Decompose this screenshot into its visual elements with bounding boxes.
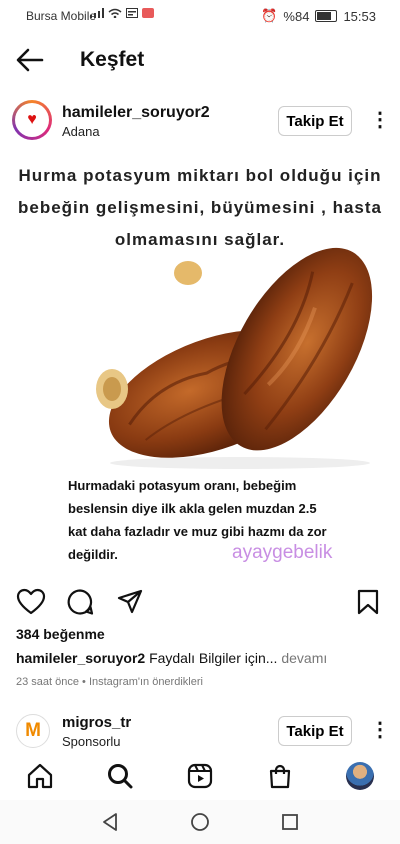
post-meta: 23 saat önce • Instagram'ın önerdikleri bbox=[16, 676, 203, 688]
bottom-nav bbox=[0, 756, 400, 796]
caption-text: Faydalı Bilgiler için... bbox=[149, 650, 278, 666]
more-options-icon[interactable]: ⋮ bbox=[370, 720, 390, 740]
follow-button-next[interactable]: Takip Et bbox=[278, 716, 352, 746]
caption-line: Hurma potasyum miktarı bol olduğu için bbox=[18, 166, 382, 185]
sponsored-label: Sponsorlu bbox=[62, 734, 121, 749]
follow-button[interactable]: Takip Et bbox=[278, 106, 352, 136]
next-post-username[interactable]: migros_tr bbox=[62, 714, 131, 731]
carrier-label: Bursa Mobile bbox=[26, 9, 97, 23]
signal-icon bbox=[90, 8, 104, 18]
search-icon[interactable] bbox=[106, 762, 134, 790]
battery-percent: %84 bbox=[283, 8, 310, 24]
like-count[interactable]: 384 beğenme bbox=[16, 626, 105, 642]
post-location[interactable]: Adana bbox=[62, 124, 100, 139]
next-post-header: M migros_tr Sponsorlu Takip Et ⋮ bbox=[0, 708, 400, 754]
bookmark-icon[interactable] bbox=[356, 588, 380, 616]
caption-line: kat daha fazladır ve muz gibi hazmı da z… bbox=[68, 524, 327, 539]
battery-icon bbox=[315, 10, 338, 22]
heart-icon[interactable] bbox=[16, 588, 46, 616]
caption-line: Hurmadaki potasyum oranı, bebeğim bbox=[68, 478, 297, 493]
migros-logo[interactable]: M bbox=[16, 714, 50, 748]
post-avatar[interactable]: ♥ bbox=[12, 100, 52, 140]
caption-line: beslensin diye ilk akla gelen muzdan 2.5 bbox=[68, 501, 317, 516]
caption-username[interactable]: hamileler_soruyor2 bbox=[16, 650, 145, 666]
page-title: Keşfet bbox=[80, 48, 145, 71]
status-bar: Bursa Mobile ⏰ %84 15:53 bbox=[0, 0, 400, 32]
clock: 15:53 bbox=[343, 8, 376, 24]
back-arrow-icon[interactable] bbox=[14, 46, 46, 74]
post-actions bbox=[0, 586, 400, 618]
system-nav bbox=[0, 800, 400, 844]
post-username[interactable]: hamileler_soruyor2 bbox=[62, 104, 210, 122]
alarm-icon: ⏰ bbox=[261, 8, 278, 23]
profile-avatar[interactable] bbox=[346, 762, 374, 790]
post-image[interactable]: Hurma potasyum miktarı bol olduğu için b… bbox=[0, 151, 400, 578]
reels-icon[interactable] bbox=[186, 762, 214, 790]
caption-line: bebeğin gelişmesini, büyümesini , hasta bbox=[18, 198, 382, 217]
share-icon[interactable] bbox=[116, 588, 144, 616]
comment-icon[interactable] bbox=[66, 588, 94, 616]
app-notification-icon bbox=[142, 8, 154, 18]
notification-icon bbox=[126, 8, 138, 18]
dates-illustration bbox=[96, 247, 373, 469]
more-options-icon[interactable]: ⋮ bbox=[370, 110, 390, 130]
wifi-icon bbox=[108, 8, 122, 18]
nav-recents-icon[interactable] bbox=[280, 812, 300, 832]
home-icon[interactable] bbox=[26, 762, 54, 790]
status-right: ⏰ %84 15:53 bbox=[261, 8, 376, 24]
more-link[interactable]: devamı bbox=[281, 650, 327, 666]
shop-icon[interactable] bbox=[266, 762, 294, 790]
nav-home-icon[interactable] bbox=[190, 812, 210, 832]
post-caption[interactable]: hamileler_soruyor2 Faydalı Bilgiler için… bbox=[16, 650, 386, 666]
app-bar: Keşfet bbox=[0, 32, 400, 88]
watermark: ayaygebelik bbox=[232, 542, 333, 563]
avatar-heart-icon: ♥ bbox=[15, 103, 49, 137]
nav-back-icon[interactable] bbox=[100, 812, 120, 832]
post-header: ♥ hamileler_soruyor2 Adana Takip Et ⋮ bbox=[0, 96, 400, 150]
status-icons bbox=[90, 8, 154, 18]
